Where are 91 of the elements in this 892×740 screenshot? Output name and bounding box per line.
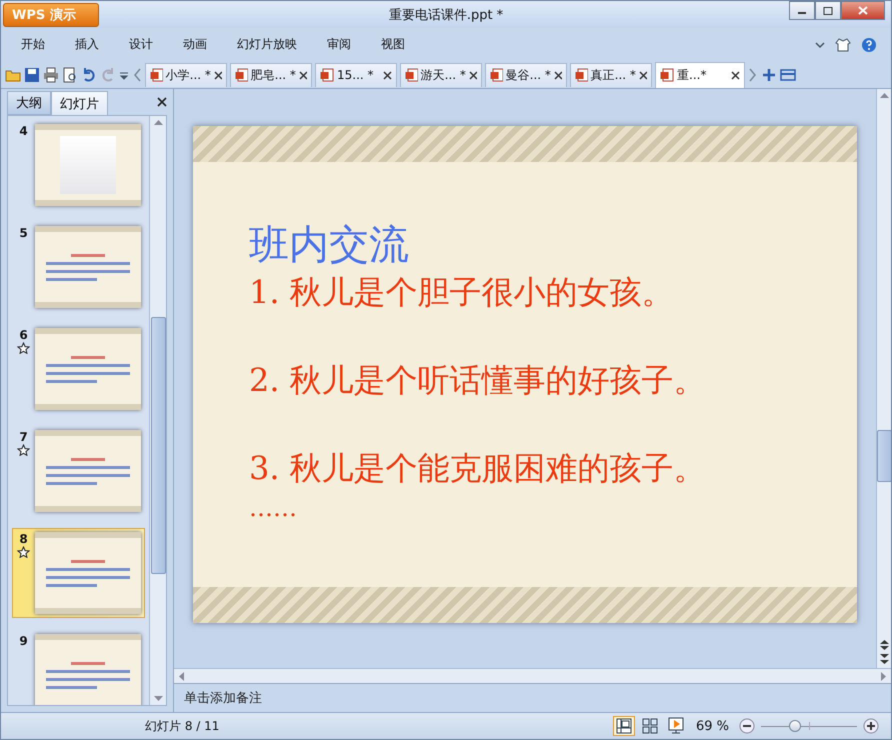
tab-label: 曼谷... * [506,66,551,84]
slide-text: 3. 秋儿是个能克服困难的孩子。 [249,448,707,489]
menu-item[interactable]: 插入 [65,36,109,53]
close-icon[interactable] [554,70,562,80]
close-icon[interactable] [298,70,307,80]
scroll-thumb[interactable] [150,317,166,574]
close-icon[interactable] [638,70,647,80]
document-tab[interactable]: 曼谷... * [485,62,567,86]
zoom-out-icon[interactable] [739,718,755,734]
plus-icon[interactable] [761,66,777,82]
document-tab[interactable]: 小学... * [145,62,227,86]
presentation-file-icon [490,68,503,82]
presentation-file-icon [405,68,418,82]
normal-view-icon[interactable] [614,717,634,735]
close-icon[interactable] [468,70,477,80]
tab-label: 15... * [337,68,375,82]
presentation-file-icon [575,68,588,82]
slide-thumbnail-row[interactable]: 6 [12,324,145,414]
document-tab[interactable]: 重...* [655,62,745,88]
scroll-left-icon[interactable] [178,672,184,680]
panel-tab[interactable]: 幻灯片 [51,91,108,115]
scroll-up-icon[interactable] [880,92,889,98]
tab-label: 游天... * [420,66,466,84]
scroll-right-icon[interactable] [881,672,887,680]
slide-number: 5 [19,226,28,240]
photo-placeholder [60,136,116,194]
slideshow-icon[interactable] [666,717,686,735]
tab-label: 真正... * [590,66,636,84]
slide-text: 1. 秋儿是个胆子很小的女孩。 [249,272,675,313]
window-title: 重要电话课件.ppt * [388,6,504,24]
previous-slide-icon[interactable] [880,639,889,651]
scroll-down-icon[interactable] [154,696,162,702]
document-tab[interactable]: 游天... * [400,62,482,86]
slide-number: 4 [19,124,28,138]
slide-number: 8 [19,532,28,546]
print-preview-icon[interactable] [62,66,78,82]
panel-tab[interactable]: 大纲 [7,91,51,115]
document-tab[interactable]: 肥皂... * [230,62,312,86]
slide-thumbnail-row[interactable]: 9 [12,630,145,705]
presentation-file-icon [660,68,674,82]
scrollbar[interactable] [876,89,891,668]
slide-thumbnail-row[interactable]: 7 [12,426,145,516]
help-icon[interactable] [861,36,877,52]
slide-counter: 幻灯片 8 / 11 [145,718,220,734]
menu-item[interactable]: 视图 [371,36,415,53]
tab-label: 小学... * [166,66,211,84]
presentation-file-icon [150,68,163,82]
slider-thumb[interactable] [788,720,801,732]
chevron-icon[interactable] [815,40,825,48]
next-slide-icon[interactable] [880,653,889,665]
grid-view-icon[interactable] [640,717,660,735]
printer-icon[interactable] [43,66,59,82]
slide-title: 班内交流 [249,221,410,270]
ellipsis-text: …… [249,498,298,518]
horizontal-scrollbar[interactable] [174,668,891,683]
close-icon[interactable] [214,70,222,80]
close-icon [858,6,868,15]
close-icon[interactable] [157,97,167,107]
slide-thumbnail-row[interactable]: 8 [12,528,145,618]
zoom-in-icon[interactable] [863,718,879,734]
zoom-percentage: 69 % [696,718,729,734]
slide-text: 2. 秋儿是个听话懂事的好孩子。 [249,360,707,401]
slide-thumbnail-row[interactable]: 4 [12,120,145,210]
maximize-icon [823,6,833,14]
scroll-thumb[interactable] [877,430,891,482]
menu-item[interactable]: 设计 [119,36,163,53]
document-tab[interactable]: 15... * [315,62,397,86]
menu-item[interactable]: 动画 [173,36,217,53]
slide-number: 6 [19,328,28,342]
slide-number: 9 [19,634,28,648]
menu-item[interactable]: 幻灯片放映 [227,36,307,53]
slide-number: 7 [19,430,28,444]
tab-label: 重...* [677,66,708,84]
document-tab[interactable]: 真正... * [570,62,652,86]
presentation-file-icon [235,68,248,82]
save-icon[interactable] [24,66,40,82]
slide-thumbnail-row[interactable]: 5 [12,222,145,312]
close-button[interactable] [841,1,885,20]
shirt-icon[interactable] [835,36,851,52]
scrollbar[interactable] [149,116,166,705]
minimize-button[interactable] [789,1,815,20]
menu-item[interactable]: 开始 [11,36,55,53]
window-list-icon[interactable] [780,66,796,82]
close-icon[interactable] [731,70,740,80]
close-icon[interactable] [383,70,392,80]
menu-item[interactable]: 审阅 [317,36,361,53]
undo-icon[interactable] [81,66,97,82]
tab-label: 肥皂... * [250,66,296,84]
maximize-button[interactable] [815,1,841,20]
presentation-file-icon [320,68,334,82]
scroll-up-icon[interactable] [154,119,162,125]
